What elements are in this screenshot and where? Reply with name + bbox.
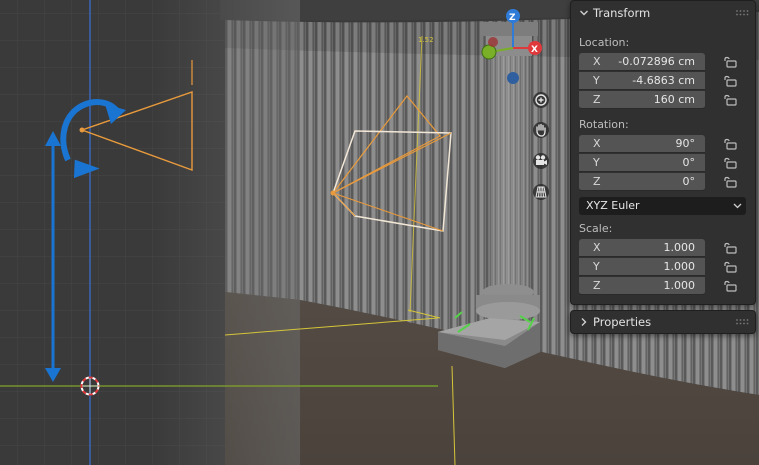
field-value: 0°	[682, 175, 696, 188]
rotation-label: Rotation:	[579, 118, 629, 131]
location-x-field[interactable]: X -0.072896 cm	[579, 53, 705, 71]
lock-rotation-z-icon[interactable]	[722, 175, 738, 189]
properties-panel[interactable]: Properties	[570, 310, 756, 334]
properties-title: Properties	[593, 315, 652, 329]
lock-location-x-icon[interactable]	[722, 55, 738, 69]
field-value: -0.072896 cm	[618, 55, 695, 68]
axis-label: Z	[593, 175, 601, 188]
rotation-x-field[interactable]: X 90°	[579, 135, 705, 153]
scale-x-field[interactable]: X 1.000	[579, 239, 705, 257]
transform-title: Transform	[593, 6, 651, 20]
transform-panel-header[interactable]: Transform	[571, 1, 755, 25]
lock-rotation-x-icon[interactable]	[722, 137, 738, 151]
scale-z-field[interactable]: Z 1.000	[579, 277, 705, 295]
gizmo-z-label: Z	[509, 13, 516, 23]
field-value: -4.6863 cm	[632, 74, 695, 87]
lock-scale-y-icon[interactable]	[722, 260, 738, 274]
rotation-y-field[interactable]: Y 0°	[579, 154, 705, 172]
axis-label: Y	[593, 74, 600, 87]
lock-location-y-icon[interactable]	[722, 74, 738, 88]
gizmo-z-neg[interactable]	[507, 72, 519, 84]
scale-y-field[interactable]: Y 1.000	[579, 258, 705, 276]
axis-label: Y	[593, 156, 600, 169]
axis-label: X	[593, 137, 601, 150]
3d-cursor[interactable]	[80, 376, 100, 396]
field-value: 1.000	[663, 260, 696, 273]
drag-grip-icon[interactable]	[735, 318, 749, 326]
location-label: Location:	[579, 36, 630, 49]
camera-icon[interactable]	[531, 151, 551, 171]
field-value: 1.000	[663, 279, 696, 292]
lock-rotation-y-icon[interactable]	[722, 156, 738, 170]
lock-scale-z-icon[interactable]	[722, 279, 738, 293]
lock-location-z-icon[interactable]	[722, 93, 738, 107]
zoom-plus-icon[interactable]	[531, 90, 551, 110]
axis-label: X	[593, 55, 601, 68]
axis-label: X	[593, 241, 601, 254]
field-value: 160 cm	[653, 93, 695, 106]
drag-grip-icon[interactable]	[735, 9, 749, 17]
scale-label: Scale:	[579, 222, 613, 235]
location-z-field[interactable]: Z 160 cm	[579, 91, 705, 109]
svg-text:1.52: 1.52	[418, 36, 434, 44]
field-value: 1.000	[663, 241, 696, 254]
axis-label: Z	[593, 279, 601, 292]
chevron-down-icon	[580, 10, 588, 16]
location-y-field[interactable]: Y -4.6863 cm	[579, 72, 705, 90]
rotation-mode-dropdown[interactable]: XYZ Euler	[579, 197, 746, 215]
hand-pan-icon[interactable]	[531, 120, 551, 140]
rotation-mode-value: XYZ Euler	[586, 199, 640, 212]
field-value: 0°	[682, 156, 696, 169]
gizmo-x-label: X	[531, 45, 538, 55]
gizmo-y-neg[interactable]	[481, 44, 497, 60]
axis-label: Z	[593, 93, 601, 106]
chevron-down-icon	[733, 203, 742, 209]
rotation-z-field[interactable]: Z 0°	[579, 173, 705, 191]
field-value: 90°	[675, 137, 696, 150]
lock-scale-x-icon[interactable]	[722, 241, 738, 255]
chevron-right-icon	[581, 318, 587, 326]
axis-label: Y	[593, 260, 600, 273]
ortho-grid-icon[interactable]	[531, 182, 551, 202]
